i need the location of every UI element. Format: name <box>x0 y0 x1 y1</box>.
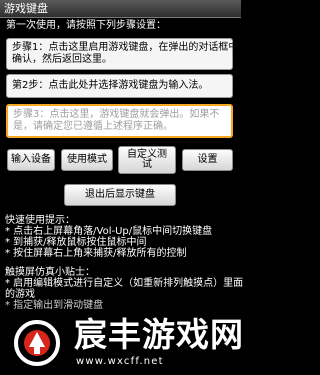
watermark-site-name: 宸丰游戏网 <box>74 315 244 354</box>
step1-line1: 步骤1：点击这里启用游戏键盘，在弹出的对话框中 <box>12 42 239 53</box>
step1-enable-keyboard[interactable]: 步骤1：点击这里启用游戏键盘，在弹出的对话框中 确认，然后返回这里。 <box>6 38 239 70</box>
custom-test-button[interactable]: 自定义测试 <box>118 146 176 174</box>
touch-tip-item: * 启用编辑模式进行自定义（如重新排列触摸点）里面 <box>5 278 244 289</box>
touch-tip-item: 的游戏 <box>5 289 35 300</box>
step3-line2: 是，请确定您已遵循上述程序正确。 <box>13 121 173 132</box>
touch-tips-heading: 触摸屏仿真小贴士： <box>5 267 95 278</box>
touch-tip-item: * 指定输出到滑动键盘 <box>5 300 104 311</box>
title-bar: 游戏键盘 <box>0 0 241 18</box>
quick-tip-item: * 点击右上屏幕角落/Vol-Up/鼠标中间切换键盘 <box>5 226 213 237</box>
watermark-logo-icon <box>14 320 60 366</box>
quick-tips: 快速使用提示： * 点击右上屏幕角落/Vol-Up/鼠标中间切换键盘 * 到捕获… <box>5 215 212 259</box>
step1-line2: 确认，然后返回这里。 <box>12 54 112 65</box>
watermark-site-url: www.wxcff.net <box>76 356 164 367</box>
app-title: 游戏键盘 <box>4 2 48 15</box>
step2-select-input-method[interactable]: 第2步：点击此处并选择游戏键盘为输入法。 <box>6 74 233 98</box>
intro-text: 第一次使用，请按照下列步骤设置： <box>6 20 166 31</box>
input-device-button[interactable]: 输入设备 <box>7 149 55 171</box>
settings-button[interactable]: 设置 <box>182 149 233 171</box>
step2-line1: 第2步：点击此处并选择游戏键盘为输入法。 <box>12 80 209 91</box>
quick-tips-heading: 快速使用提示： <box>5 215 75 226</box>
touch-tips: 触摸屏仿真小贴士： * 启用编辑模式进行自定义（如重新排列触摸点）里面 的游戏 … <box>5 267 243 311</box>
quick-tip-item: * 到捕获/释放鼠标按住鼠标中间 <box>5 237 147 248</box>
use-mode-button[interactable]: 使用模式 <box>61 149 113 171</box>
step3-line1: 步骤3：点击这里，游戏键盘就会弹出。如果不 <box>13 109 220 120</box>
step3-show-keyboard[interactable]: 步骤3：点击这里，游戏键盘就会弹出。如果不 是，请确定您已遵循上述程序正确。 <box>6 104 233 138</box>
quick-tip-item: * 按住屏幕右上角来捕获/释放所有的控制 <box>5 248 187 259</box>
exit-show-keyboard-button[interactable]: 退出后显示键盘 <box>64 184 176 206</box>
